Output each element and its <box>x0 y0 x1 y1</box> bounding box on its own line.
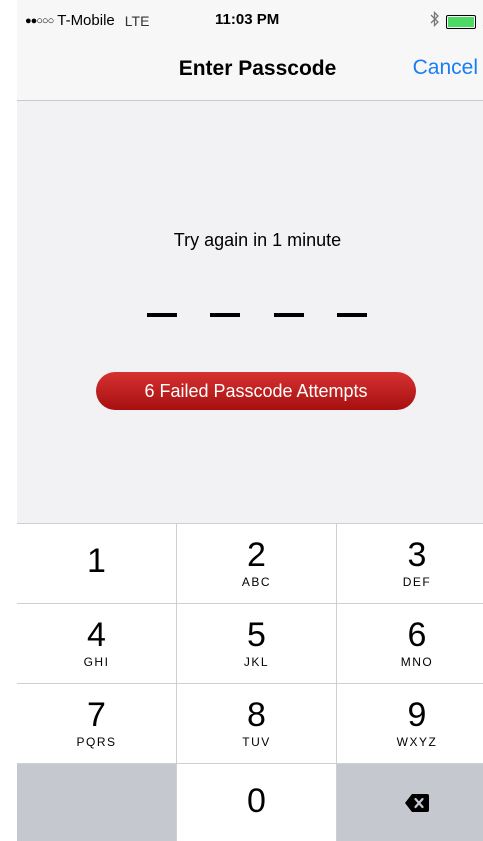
battery-fill <box>447 16 474 27</box>
key-digit: 2 <box>247 536 266 574</box>
key-9[interactable]: 9 WXYZ <box>337 684 483 764</box>
key-8[interactable]: 8 TUV <box>177 684 337 764</box>
key-letters: DEF <box>402 575 432 589</box>
battery-icon <box>445 14 476 29</box>
status-time: 11:03 PM <box>215 11 280 28</box>
key-letters: GHI <box>83 655 110 669</box>
passcode-dash <box>147 313 177 317</box>
key-digit: 7 <box>87 696 106 734</box>
key-digit: 8 <box>247 696 266 734</box>
bluetooth-icon <box>430 10 440 32</box>
passcode-dash <box>210 313 240 317</box>
key-letters: PQRS <box>76 735 117 749</box>
key-0[interactable]: 0 <box>177 764 337 841</box>
key-1[interactable]: 1 <box>17 524 177 604</box>
key-6[interactable]: 6 MNO <box>337 604 483 684</box>
key-7[interactable]: 7 PQRS <box>17 684 177 764</box>
key-digit: 0 <box>247 782 266 820</box>
status-right: ⚡ <box>430 10 483 32</box>
key-digit: 4 <box>87 616 106 654</box>
key-digit: 6 <box>407 616 427 654</box>
failed-attempts-badge: 6 Failed Passcode Attempts <box>96 372 416 410</box>
key-digit: 5 <box>247 616 266 654</box>
key-letters: MNO <box>400 655 434 669</box>
key-digit: 3 <box>407 536 427 574</box>
key-2[interactable]: 2 ABC <box>177 524 337 604</box>
passcode-dash <box>337 313 367 317</box>
passcode-screen: ●●○○○ T-Mobile LTE 11:03 PM ⚡ Enter Pass… <box>17 0 483 841</box>
key-digit: 1 <box>87 542 106 580</box>
key-letters: ABC <box>241 575 272 589</box>
cancel-button[interactable]: Cancel <box>413 56 478 80</box>
passcode-dash <box>274 313 304 317</box>
numeric-keypad: 1 2 ABC 3 DEF 4 GHI 5 JKL 6 MNO 7 PQRS 8… <box>17 523 483 841</box>
key-letters: WXYZ <box>396 735 438 749</box>
key-digit: 9 <box>407 696 427 734</box>
key-letters: JKL <box>243 655 270 669</box>
key-4[interactable]: 4 GHI <box>17 604 177 684</box>
status-left: ●●○○○ T-Mobile LTE <box>25 12 149 29</box>
keypad-blank-key <box>17 764 177 841</box>
carrier-name: T-Mobile <box>57 12 115 29</box>
delete-button[interactable] <box>337 764 483 841</box>
passcode-entry-dashes <box>147 313 367 317</box>
key-letters: TUV <box>242 735 271 749</box>
signal-strength-icon: ●●○○○ <box>25 14 54 27</box>
key-5[interactable]: 5 JKL <box>177 604 337 684</box>
network-type: LTE <box>124 12 150 29</box>
key-3[interactable]: 3 DEF <box>337 524 483 604</box>
status-bar: ●●○○○ T-Mobile LTE 11:03 PM ⚡ <box>17 0 483 40</box>
lockout-message: Try again in 1 minute <box>173 230 342 250</box>
delete-backspace-icon <box>404 793 430 818</box>
navigation-bar: Enter Passcode Cancel <box>17 40 483 101</box>
